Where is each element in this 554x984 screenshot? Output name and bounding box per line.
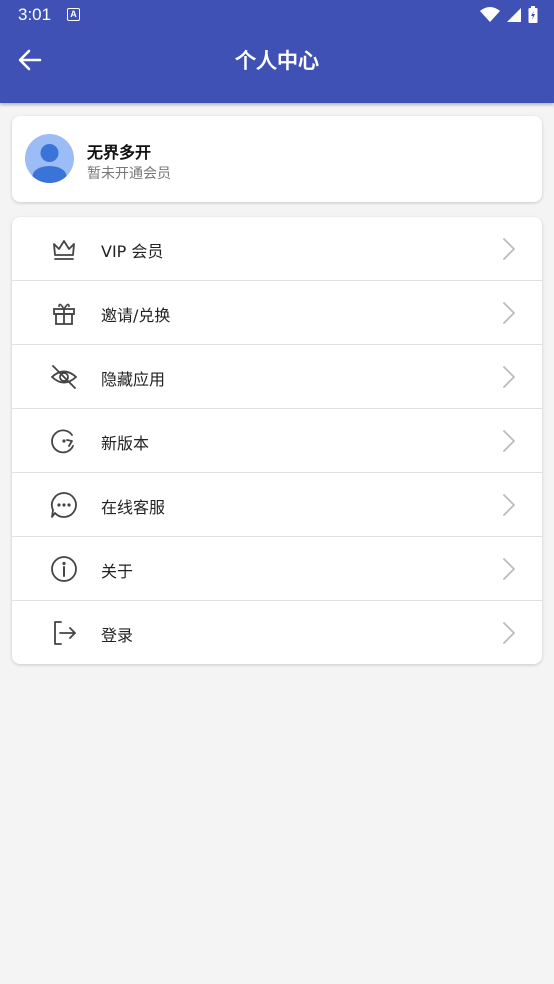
chevron-right-icon — [503, 238, 515, 260]
profile-name: 无界多开 — [87, 143, 152, 162]
wifi-icon — [480, 7, 500, 22]
menu-item-vip[interactable]: VIP 会员 — [12, 217, 542, 281]
chevron-right-icon — [503, 430, 515, 452]
user-avatar-icon — [32, 144, 67, 183]
system-icons — [480, 6, 538, 24]
chat-icon — [51, 492, 77, 518]
menu-item-label: 关于 — [101, 562, 134, 581]
menu-item-label: 在线客服 — [101, 498, 166, 517]
chevron-right-icon — [503, 494, 515, 516]
menu-item-about[interactable]: 关于 — [12, 537, 542, 601]
gift-icon — [53, 303, 75, 325]
chevron-right-icon — [503, 558, 515, 580]
status-time: 3:01 — [18, 5, 52, 24]
battery-icon — [528, 6, 538, 23]
app-bar: 个人中心 — [0, 31, 554, 103]
chevron-right-icon — [503, 302, 515, 324]
page-title: 个人中心 — [235, 49, 319, 73]
menu-item-invite[interactable]: 邀请/兑换 — [12, 281, 542, 345]
menu-item-login[interactable]: 登录 — [12, 601, 542, 665]
chevron-right-icon — [503, 366, 515, 388]
membership-status: 暂未开通会员 — [87, 166, 171, 182]
menu-item-label: VIP 会员 — [101, 242, 164, 261]
menu-item-hide-apps[interactable]: 隐藏应用 — [12, 345, 542, 409]
menu-item-new-version[interactable]: 新版本 — [12, 409, 542, 473]
avatar[interactable] — [25, 134, 74, 183]
menu-item-label: 登录 — [101, 626, 134, 645]
status-bar: 3:01 A — [0, 0, 554, 31]
menu-list: VIP 会员 邀请/兑换 隐藏应用 新版本 在线客服 关于 登录 — [12, 217, 542, 664]
menu-item-label: 隐藏应用 — [101, 370, 166, 389]
notification-icon: A — [67, 8, 80, 21]
crown-icon — [53, 240, 75, 260]
chevron-right-icon — [503, 622, 515, 644]
login-icon — [54, 621, 76, 645]
eye-off-icon — [50, 365, 78, 389]
update-icon — [51, 429, 74, 454]
menu-item-online-support[interactable]: 在线客服 — [12, 473, 542, 537]
profile-card[interactable]: 无界多开 暂未开通会员 — [12, 116, 542, 202]
info-icon — [51, 556, 77, 582]
menu-item-label: 邀请/兑换 — [101, 306, 171, 325]
cellular-signal-icon — [507, 8, 521, 22]
menu-item-label: 新版本 — [101, 434, 150, 453]
